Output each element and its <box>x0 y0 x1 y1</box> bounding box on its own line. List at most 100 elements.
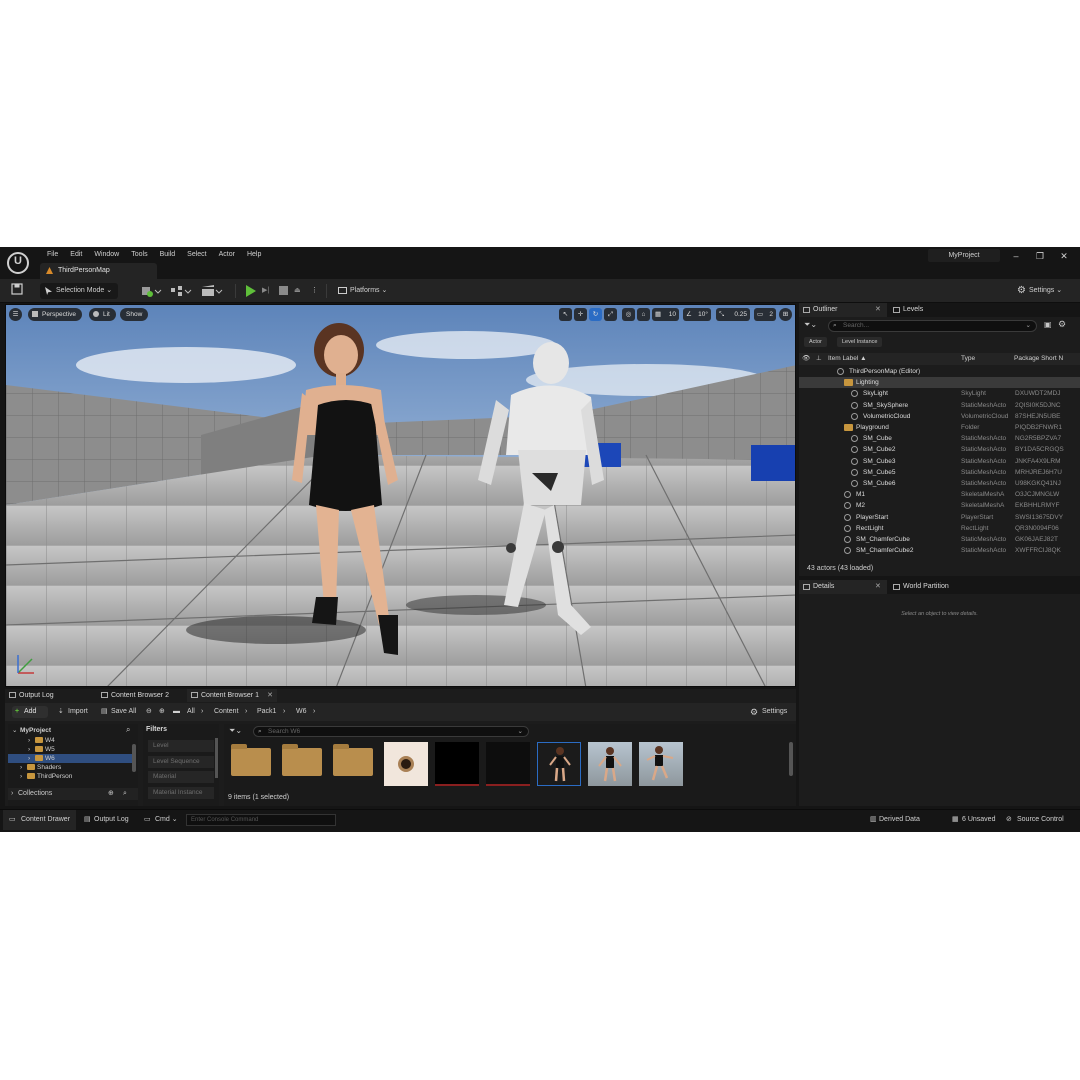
save-icon[interactable] <box>11 283 25 299</box>
folder-tree-item[interactable]: › W5 <box>8 745 133 754</box>
outliner-row[interactable]: SM_ChamferCube StaticMeshActo GK06JAEJ82T <box>799 534 1080 545</box>
folder-tree-item[interactable]: › W6 <box>8 754 133 763</box>
breadcrumb-all[interactable]: All <box>187 703 195 721</box>
chevron-right-icon[interactable]: › <box>28 754 30 763</box>
menu-file[interactable]: File <box>41 249 64 261</box>
filter-level-sequence[interactable]: Level Sequence <box>148 756 214 768</box>
animation-thumbnail[interactable] <box>639 742 683 786</box>
outliner-row[interactable]: Playground Folder PIQDB2FNWR1 <box>799 422 1080 433</box>
settings-dropdown[interactable]: ⚙ Settings ⌄ <box>1017 283 1062 299</box>
menu-tools[interactable]: Tools <box>125 249 153 261</box>
platforms-dropdown[interactable]: Platforms ⌄ <box>338 283 387 299</box>
filters-scrollbar[interactable] <box>215 738 218 778</box>
stop-icon[interactable] <box>279 286 288 295</box>
filter-chip-level-instance[interactable]: Level Instance <box>837 337 883 347</box>
level-viewport[interactable]: ☰ Perspective Lit Show ↖ ✛ ↻ ⤢ ◎ ⌂ ▦ 10 … <box>5 304 796 687</box>
asset-search-input[interactable]: ⌕ Search W6 ⌄ <box>253 726 529 737</box>
column-package[interactable]: Package Short N <box>1014 353 1076 365</box>
folder-thumbnail[interactable] <box>333 744 373 776</box>
menu-select[interactable]: Select <box>181 249 212 261</box>
collections-header[interactable]: › Collections ⊕ ⌕ <box>8 788 138 800</box>
folder-tree-item[interactable]: › Shaders <box>8 763 133 772</box>
tab-content-browser-2[interactable]: Content Browser 2 <box>97 689 185 702</box>
cinematics-icon[interactable] <box>201 283 225 299</box>
material-thumbnail[interactable] <box>435 742 479 786</box>
animation-thumbnail[interactable] <box>588 742 632 786</box>
tab-output-log[interactable]: Output Log <box>5 689 93 702</box>
close-icon[interactable]: ✕ <box>267 689 273 702</box>
more-options-icon[interactable]: ⋮ <box>311 283 319 299</box>
outliner-row[interactable]: SM_Cube2 StaticMeshActo BY1DA5CRGQS <box>799 444 1080 455</box>
lit-button[interactable]: Lit <box>89 308 116 321</box>
eject-icon[interactable]: ⏏ <box>294 283 306 299</box>
play-icon[interactable] <box>246 285 256 297</box>
close-icon[interactable]: ✕ <box>875 580 881 594</box>
perspective-button[interactable]: Perspective <box>28 308 82 321</box>
outliner-row[interactable]: Lighting <box>799 377 1080 389</box>
breadcrumb-content[interactable]: Content <box>214 703 239 721</box>
folder-tree-item[interactable]: ⌄ MyProject <box>8 726 133 735</box>
outliner-row[interactable]: SM_SkySphere StaticMeshActo 2QISI0K5DJNC <box>799 400 1080 411</box>
gear-icon[interactable]: ⚙ <box>1058 319 1066 330</box>
viewport-menu-icon[interactable]: ☰ <box>9 308 22 321</box>
skeletal-mesh-thumbnail-selected[interactable] <box>537 742 581 786</box>
tab-content-browser-1[interactable]: Content Browser 1 ✕ <box>187 689 277 702</box>
filter-chip-actor[interactable]: Actor <box>804 337 827 347</box>
content-drawer-button[interactable]: ▭ Content Drawer <box>3 810 77 830</box>
maximize-button[interactable]: ❐ <box>1029 249 1051 263</box>
surface-snap-icon[interactable]: ⌂ <box>637 308 650 321</box>
folder-thumbnail[interactable] <box>231 744 271 776</box>
world-space-icon[interactable]: ◎ <box>622 308 635 321</box>
output-log-button[interactable]: ▤ Output Log <box>82 810 129 830</box>
forward-icon[interactable]: ⊕ <box>159 703 165 721</box>
menu-actor[interactable]: Actor <box>213 249 241 261</box>
grid-snap-button[interactable]: ▦ 10 <box>652 308 679 321</box>
outliner-search-input[interactable]: ⌕ Search... ⌄ <box>828 320 1037 332</box>
folder-tree-item[interactable]: › W4 <box>8 736 133 745</box>
camera-speed-button[interactable]: ▭ 2 <box>754 308 776 321</box>
rotation-snap-button[interactable]: ∠ 10° <box>683 308 711 321</box>
outliner-row[interactable]: M1 SkeletalMeshA O3JCJMNGLW <box>799 489 1080 500</box>
cmd-dropdown[interactable]: ▭ Cmd ⌄ <box>142 810 178 830</box>
outliner-row[interactable]: PlayerStart PlayerStart SWSI13675DVY <box>799 512 1080 523</box>
column-item-label[interactable]: Item Label ▲ <box>828 353 867 365</box>
scale-snap-button[interactable]: ⤡ 0.25 <box>716 308 750 321</box>
minimize-button[interactable]: – <box>1005 249 1027 263</box>
chevron-right-icon[interactable]: › <box>28 736 30 745</box>
outliner-row[interactable]: SM_Cube3 StaticMeshActo JNKFA4X9LRM <box>799 456 1080 467</box>
rotate-tool-icon[interactable]: ↻ <box>589 308 602 321</box>
unreal-logo-icon[interactable] <box>7 252 29 274</box>
translate-tool-icon[interactable]: ✛ <box>574 308 587 321</box>
add-folder-icon[interactable]: ▣ <box>1044 320 1052 329</box>
column-type[interactable]: Type <box>961 353 975 365</box>
level-tab[interactable]: ThirdPersonMap <box>40 263 157 279</box>
add-collection-icon[interactable]: ⊕ <box>108 788 114 800</box>
outliner-row[interactable]: SkyLight SkyLight DXUWDT2MDJ <box>799 388 1080 399</box>
tree-scrollbar[interactable] <box>132 744 136 772</box>
filter-icon[interactable]: ⏷⌄ <box>229 726 242 736</box>
chevron-right-icon[interactable]: › <box>28 745 30 754</box>
content-settings-button[interactable]: ⚙ Settings <box>750 703 787 721</box>
unsaved-button[interactable]: ▦ 6 Unsaved <box>950 810 995 830</box>
outliner-row[interactable]: SM_ChamferCube3 StaticMeshActoBEYC27T14FH <box>799 556 1080 557</box>
close-window-button[interactable]: ✕ <box>1053 249 1075 263</box>
outliner-row[interactable]: RectLight RectLight QR3N0094F06 <box>799 523 1080 534</box>
texture-thumbnail[interactable] <box>384 742 428 786</box>
outliner-row[interactable]: ThirdPersonMap (Editor) <box>799 366 1080 377</box>
step-icon[interactable]: ▶| <box>262 283 274 299</box>
folder-thumbnail[interactable] <box>282 744 322 776</box>
tab-world-partition[interactable]: World Partition <box>889 580 989 594</box>
back-icon[interactable]: ⊖ <box>146 703 152 721</box>
console-command-input[interactable]: Enter Console Command <box>186 814 336 826</box>
search-icon[interactable]: ⌕ <box>126 725 130 735</box>
outliner-row[interactable]: SM_Cube StaticMeshActo NG2R5BPZVA7 <box>799 433 1080 444</box>
breadcrumb-w6[interactable]: W6 <box>296 703 307 721</box>
material-thumbnail[interactable] <box>486 742 530 786</box>
source-control-button[interactable]: ⊘ Source Control <box>1005 810 1064 830</box>
pin-icon[interactable]: ⊥ <box>816 353 822 365</box>
add-button[interactable]: Add <box>12 706 48 718</box>
tab-details[interactable]: Details <box>799 580 887 594</box>
outliner-row[interactable]: SM_Cube6 StaticMeshActo U98KGKQ41NJ <box>799 478 1080 489</box>
import-button[interactable]: ⇣ Import <box>58 703 88 721</box>
tab-outliner[interactable]: Outliner <box>799 303 887 317</box>
